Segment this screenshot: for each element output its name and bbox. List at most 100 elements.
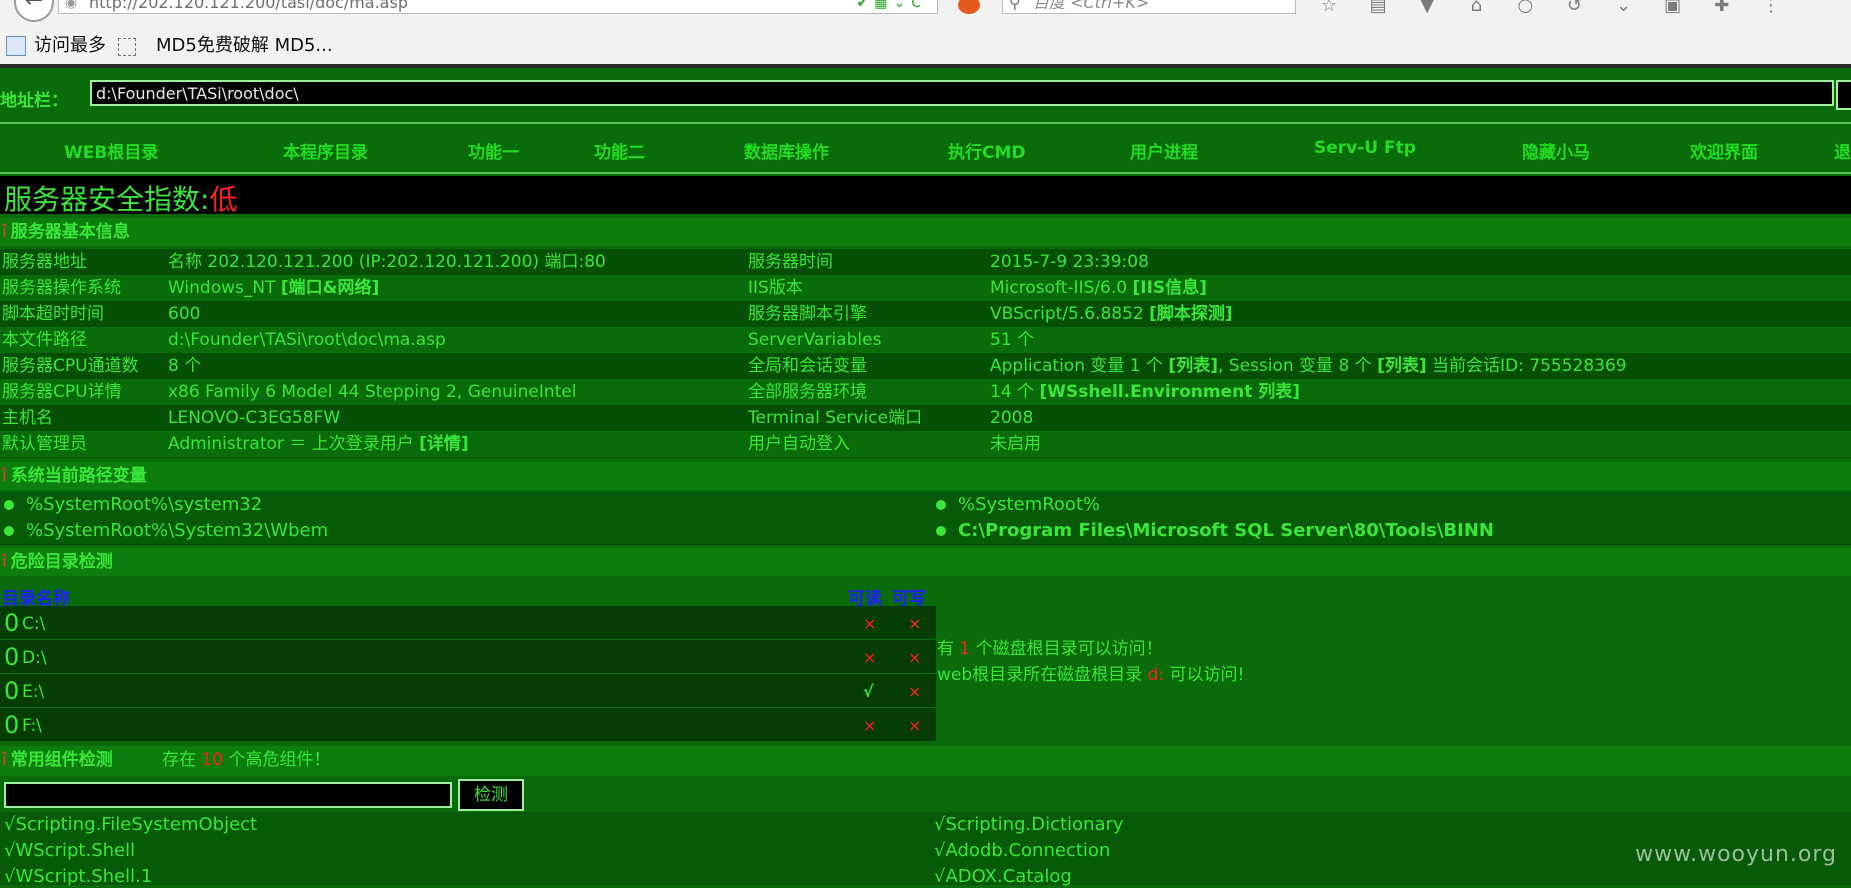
dir-result-line1: 有 1 个磁盘根目录可以访问！ — [937, 639, 1163, 659]
pocket-icon[interactable]: ▼ — [1416, 0, 1438, 16]
path-bar: 地址栏： d:\Founder\TASi\root\doc\ — [0, 68, 1851, 124]
nav-user-process[interactable]: 用户进程 — [1130, 138, 1198, 163]
dir-row: 0 E:\ √ × — [0, 674, 936, 708]
info-row: 脚本超时时间 600 服务器脚本引擎 VBScript/5.6.8852 [脚本… — [0, 301, 1851, 328]
nav-welcome[interactable]: 欢迎界面 — [1690, 138, 1758, 163]
nav-program-dir[interactable]: 本程序目录 — [283, 138, 368, 163]
environment-list-link[interactable]: [WSshell.Environment 列表] — [1039, 382, 1300, 402]
script-probe-link[interactable]: [脚本探测] — [1149, 304, 1233, 324]
dir-name[interactable]: F:\ — [22, 716, 42, 736]
bullet-icon — [936, 526, 946, 536]
info-value: Administrator ＝ 上次登录用户 [详情] — [168, 434, 469, 454]
info-value: 未启用 — [990, 434, 1041, 454]
admin-details-link[interactable]: [详情] — [419, 434, 469, 454]
section-title: 常用组件检测 — [10, 750, 113, 770]
info-key: 服务器地址 — [2, 252, 87, 272]
bookmark-folder-icon — [6, 36, 26, 56]
browser-chrome: ← ◉ http://202.120.121.200/tasi/doc/ma.a… — [0, 0, 1851, 68]
browser-toolbar: ← ◉ http://202.120.121.200/tasi/doc/ma.a… — [0, 0, 1851, 22]
info-row: 服务器地址 名称 202.120.121.200 (IP:202.120.121… — [0, 249, 1851, 276]
info-key: 默认管理员 — [2, 434, 87, 454]
history-icon[interactable]: ↺ — [1563, 0, 1585, 16]
info-key: 主机名 — [2, 408, 53, 428]
path-go-button[interactable] — [1836, 80, 1851, 110]
bookmark-md5[interactable]: MD5免费破解 MD5... — [156, 34, 333, 58]
dir-name[interactable]: D:\ — [22, 648, 47, 668]
extension-icon[interactable]: ✚ — [1711, 0, 1733, 16]
addon-icon[interactable] — [958, 0, 980, 14]
session-list-link[interactable]: [列表] — [1377, 356, 1427, 376]
url-text: http://202.120.121.200/tasi/doc/ma.asp — [89, 0, 408, 12]
info-row: 本文件路径 d:\Founder\TASi\root\doc\ma.asp Se… — [0, 327, 1851, 354]
path-var-row: %SystemRoot%\system32 %SystemRoot% — [0, 492, 1851, 519]
bookmark-most-visited[interactable]: 访问最多 — [34, 34, 106, 58]
menu-icon[interactable]: ⋮ — [1760, 0, 1782, 16]
bullet-icon — [936, 500, 946, 510]
reading-list-icon[interactable]: ▤ — [1367, 0, 1389, 16]
info-value: 2015-7-9 23:39:08 — [990, 252, 1149, 272]
search-placeholder: 百度 <Ctrl+K> — [1033, 0, 1150, 12]
bookmarks-bar: 访问最多 MD5免费破解 MD5... — [0, 30, 1851, 64]
path-var-item: %SystemRoot%\system32 — [4, 494, 262, 516]
dir-result: 有 1 个磁盘根目录可以访问！ web根目录所在磁盘根目录 d: 可以访问! — [937, 636, 1244, 688]
nav-database[interactable]: 数据库操作 — [744, 138, 829, 163]
info-key: Terminal Service端口 — [748, 408, 923, 428]
nav-function-1[interactable]: 功能一 — [468, 138, 519, 163]
dir-name[interactable]: E:\ — [22, 682, 44, 702]
info-key: 全局和会话变量 — [748, 356, 867, 376]
section-title: 系统当前路径变量 — [10, 466, 147, 486]
dropdown-icon[interactable]: ⌄ — [1613, 0, 1635, 16]
component-item: √Scripting.FileSystemObject — [4, 814, 258, 835]
info-row: 主机名 LENOVO-C3EG58FW Terminal Service端口 2… — [0, 405, 1851, 432]
section-basic-info: î 服务器基本信息 — [0, 218, 1851, 246]
home-icon[interactable]: ⌂ — [1465, 0, 1487, 16]
iis-info-link[interactable]: [IIS信息] — [1132, 278, 1206, 298]
component-name-input[interactable] — [4, 782, 452, 808]
back-button[interactable]: ← — [14, 0, 54, 22]
info-key: 服务器CPU详情 — [2, 382, 122, 402]
nav-servu-ftp[interactable]: Serv-U Ftp — [1314, 138, 1416, 158]
ports-network-link[interactable]: [端口&网络] — [281, 278, 379, 298]
dir-writable: × — [908, 614, 922, 633]
component-row: √WScript.Shell √Adodb.Connection — [0, 838, 1851, 865]
component-item: √Scripting.Dictionary — [934, 814, 1124, 835]
nav-cmd[interactable]: 执行CMD — [948, 138, 1026, 163]
section-marker-icon: î — [2, 466, 7, 486]
url-bar[interactable]: ◉ http://202.120.121.200/tasi/doc/ma.asp… — [58, 0, 938, 14]
check-button[interactable]: 检测 — [458, 779, 524, 811]
dir-status: 0 — [4, 711, 20, 739]
info-value: 600 — [168, 304, 201, 324]
star-icon[interactable]: ☆ — [1318, 0, 1340, 16]
info-value: d:\Founder\TASi\root\doc\ma.asp — [168, 330, 446, 350]
dir-readable: √ — [863, 682, 874, 701]
dir-readable: × — [863, 648, 877, 667]
application-list-link[interactable]: [列表] — [1168, 356, 1218, 376]
chat-icon[interactable]: ○ — [1514, 0, 1536, 16]
info-value: 14 个 [WSshell.Environment 列表] — [990, 382, 1301, 402]
path-var-item: %SystemRoot% — [936, 494, 1100, 516]
bookmark-page-icon — [118, 38, 136, 56]
info-value: Windows_NT [端口&网络] — [168, 278, 380, 298]
section-marker-icon: î — [2, 552, 7, 572]
info-value: Microsoft-IIS/6.0 [IIS信息] — [990, 278, 1207, 298]
info-key: 服务器操作系统 — [2, 278, 121, 298]
search-bar[interactable]: ⚲ 百度 <Ctrl+K> — [1002, 0, 1296, 14]
dir-writable: × — [908, 716, 922, 735]
nav-exit[interactable]: 退 — [1834, 138, 1851, 163]
nav-function-2[interactable]: 功能二 — [594, 138, 645, 163]
nav-web-root[interactable]: WEB根目录 — [64, 138, 158, 163]
info-value: 名称 202.120.121.200 (IP:202.120.121.200) … — [168, 252, 606, 272]
path-var-item: C:\Program Files\Microsoft SQL Server\80… — [936, 520, 1494, 542]
info-row: 默认管理员 Administrator ＝ 上次登录用户 [详情] 用户自动登入… — [0, 431, 1851, 458]
dir-name[interactable]: C:\ — [22, 614, 45, 634]
watermark: www.wooyun.org — [1635, 842, 1837, 867]
url-tools-icons[interactable]: ✔▦⌄C — [857, 0, 927, 11]
dir-status: 0 — [4, 609, 20, 637]
nav-hidden-shell[interactable]: 隐藏小马 — [1522, 138, 1590, 163]
component-row: √Scripting.FileSystemObject √Scripting.D… — [0, 812, 1851, 839]
screenshot-icon[interactable]: ▣ — [1662, 0, 1684, 16]
dir-row: 0 F:\ × × — [0, 708, 936, 742]
globe-icon: ◉ — [65, 0, 78, 11]
components-summary: 存在 10 个高危组件！ — [162, 750, 331, 770]
path-input[interactable]: d:\Founder\TASi\root\doc\ — [90, 80, 1834, 106]
